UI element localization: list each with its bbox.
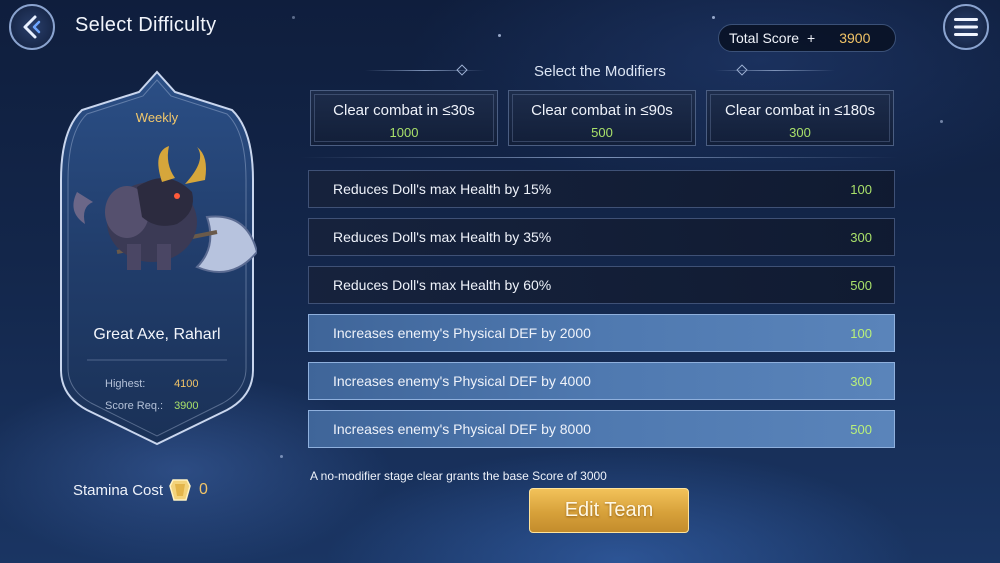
page-title: Select Difficulty: [75, 14, 217, 36]
modifier-label: Increases enemy's Physical DEF by 4000: [333, 373, 591, 389]
total-score-value: 3900: [839, 30, 871, 46]
stamina-value: 0: [199, 481, 208, 498]
combat-modifier-points: 1000: [389, 125, 419, 140]
total-score-label: Total Score: [729, 30, 800, 46]
combat-modifier-points: 500: [591, 125, 613, 140]
stamina-label: Stamina Cost: [73, 481, 164, 499]
boss-name: Great Axe, Raharl: [93, 326, 221, 343]
modifier-label: Reduces Doll's max Health by 35%: [333, 229, 552, 245]
modifier-label: Increases enemy's Physical DEF by 2000: [333, 325, 591, 341]
modifier-row-selected[interactable]: Increases enemy's Physical DEF by 4000 3…: [308, 362, 895, 400]
weekly-tag: Weekly: [135, 110, 179, 125]
combat-modifier-90s[interactable]: Clear combat in ≤90s 500: [508, 90, 696, 146]
combat-modifier-points: 300: [789, 125, 811, 140]
highest-value: 4100: [174, 378, 199, 390]
menu-button[interactable]: [943, 4, 989, 50]
score-req-row: Score Req.: 3900: [105, 400, 199, 412]
modifier-points: 500: [850, 277, 872, 293]
combat-modifier-180s[interactable]: Clear combat in ≤180s 300: [706, 90, 894, 146]
total-score-display: Total Score + 3900: [718, 24, 896, 52]
combat-modifier-30s[interactable]: Clear combat in ≤30s 1000: [310, 90, 498, 146]
edit-team-button[interactable]: Edit Team: [529, 488, 689, 533]
title-ornament-left: [456, 64, 468, 76]
modifier-points: 300: [850, 373, 872, 389]
score-req-label: Score Req.:: [105, 400, 164, 412]
modifier-row[interactable]: Reduces Doll's max Health by 60% 500: [308, 266, 895, 304]
combat-modifier-label: Clear combat in ≤30s: [333, 102, 475, 119]
total-score-plus: +: [807, 30, 816, 46]
modifier-row[interactable]: Reduces Doll's max Health by 35% 300: [308, 218, 895, 256]
modifier-points: 100: [850, 325, 872, 341]
modifier-row-selected[interactable]: Increases enemy's Physical DEF by 8000 5…: [308, 410, 895, 448]
modifiers-title: Select the Modifiers: [534, 63, 666, 80]
hamburger-menu-icon: [954, 18, 978, 36]
boss-portrait: [73, 146, 257, 273]
modifier-row[interactable]: Reduces Doll's max Health by 15% 100: [308, 170, 895, 208]
modifier-label: Reduces Doll's max Health by 15%: [333, 181, 552, 197]
highest-label: Highest:: [105, 378, 146, 390]
base-score-note: A no-modifier stage clear grants the bas…: [310, 469, 607, 483]
modifier-points: 500: [850, 421, 872, 437]
section-divider: [300, 157, 898, 158]
modifier-points: 100: [850, 181, 872, 197]
modifier-label: Increases enemy's Physical DEF by 8000: [333, 421, 591, 437]
modifier-label: Reduces Doll's max Health by 60%: [333, 277, 552, 293]
combat-modifier-label: Clear combat in ≤90s: [531, 102, 673, 119]
back-arrow-icon: [23, 15, 41, 39]
modifier-row-selected[interactable]: Increases enemy's Physical DEF by 2000 1…: [308, 314, 895, 352]
stamina-gem-icon: [169, 479, 191, 501]
title-divider-right: [715, 70, 835, 71]
stamina-cost: Stamina Cost 0: [73, 478, 208, 502]
score-req-value: 3900: [174, 400, 199, 412]
modifier-points: 300: [850, 229, 872, 245]
highest-score-row: Highest: 4100: [105, 378, 199, 390]
boss-card[interactable]: Weekly Great Axe, Raharl Highest: 4100 S…: [57, 70, 257, 446]
combat-modifier-label: Clear combat in ≤180s: [725, 102, 875, 119]
back-button[interactable]: [9, 4, 55, 50]
